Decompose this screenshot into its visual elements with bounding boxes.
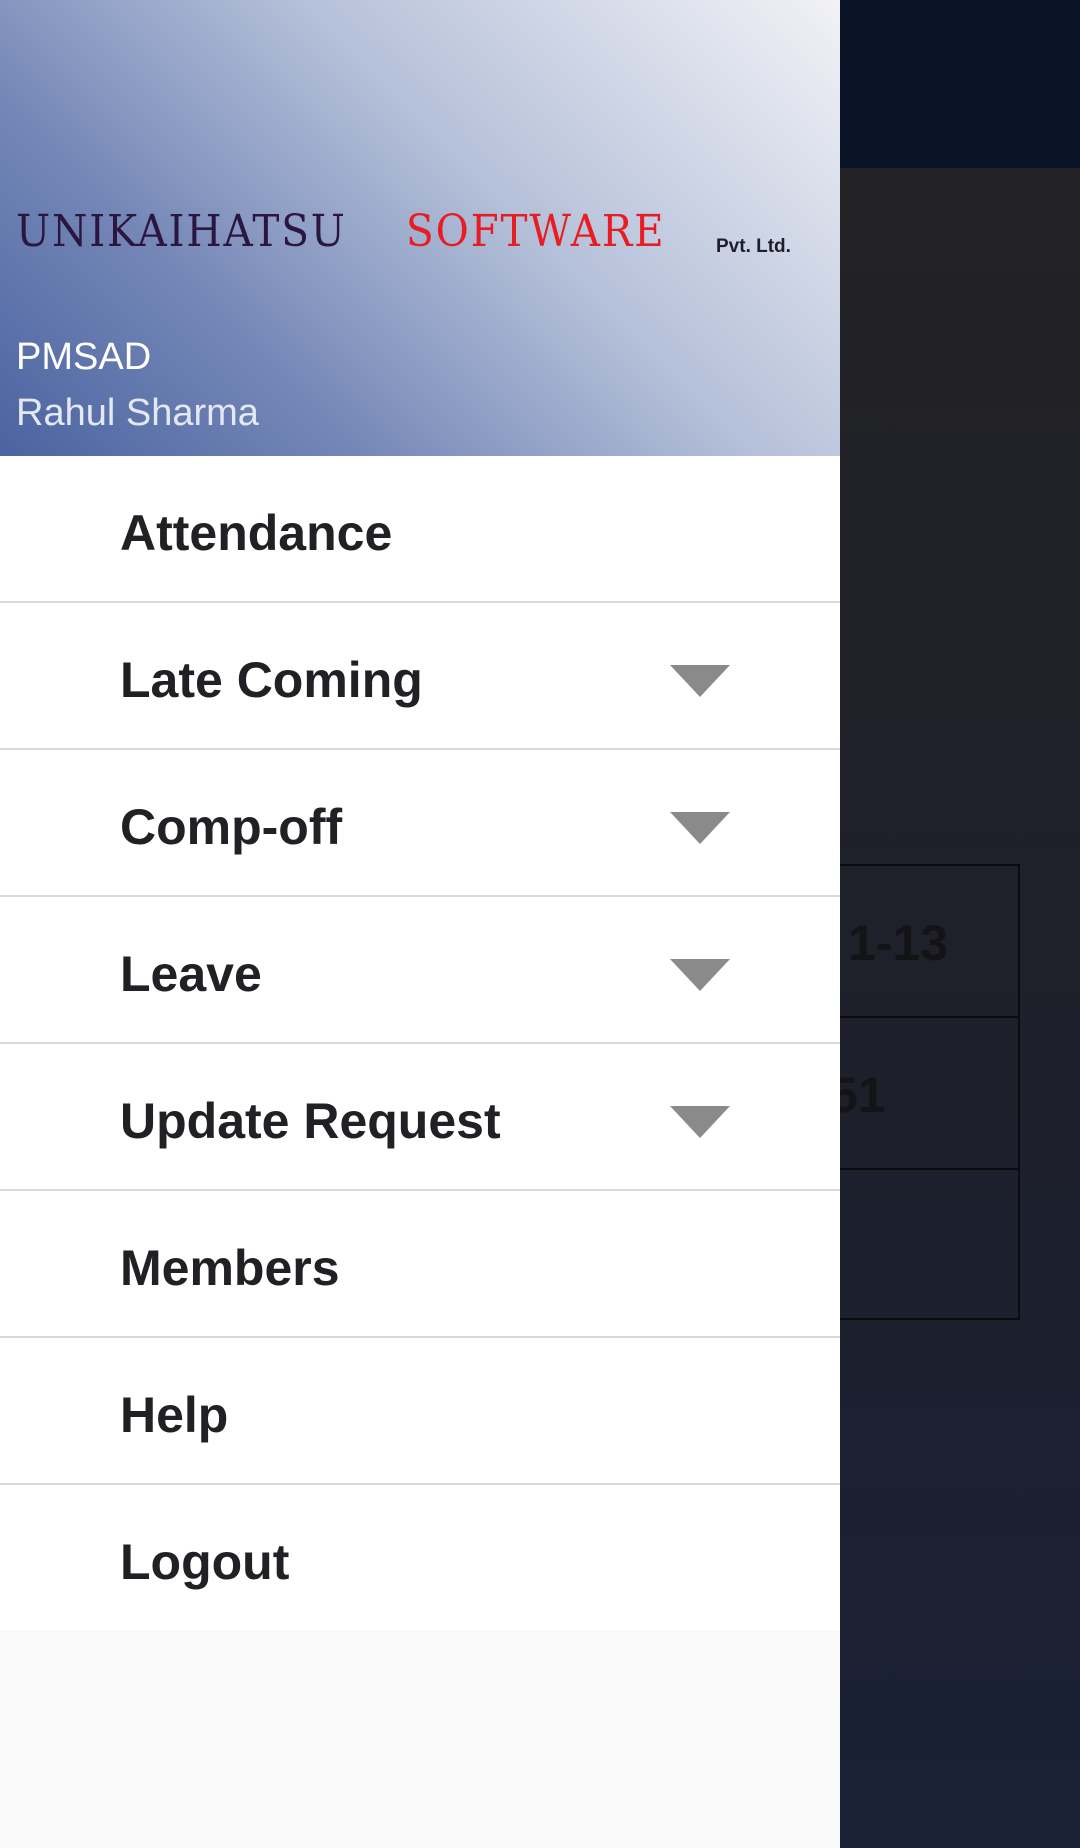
menu-item-attendance[interactable]: Attendance	[0, 456, 840, 603]
menu-item-logout[interactable]: Logout	[0, 1485, 840, 1632]
menu-item-label: Leave	[120, 946, 262, 1002]
menu-item-label: Members	[120, 1240, 340, 1296]
company-logo: UNIKAIHATSU SOFTWARE Pvt. Ltd.	[16, 206, 828, 266]
menu-item-label: Update Request	[120, 1093, 501, 1149]
header-user-name: Rahul Sharma	[16, 392, 259, 434]
logo-word-unikaihatsu: UNIKAIHATSU	[16, 206, 347, 257]
menu-item-label: Comp-off	[120, 799, 343, 855]
drawer-menu: Attendance Late Coming Comp-off Leave Up…	[0, 456, 840, 1632]
caret-down-icon[interactable]	[670, 812, 730, 844]
drawer-header: UNIKAIHATSU SOFTWARE Pvt. Ltd. PMSAD Rah…	[0, 0, 840, 456]
menu-item-members[interactable]: Members	[0, 1191, 840, 1338]
menu-item-label: Attendance	[120, 505, 393, 561]
header-app-name: PMSAD	[16, 336, 152, 378]
drawer-empty-area	[0, 1630, 840, 1848]
caret-down-icon[interactable]	[670, 665, 730, 697]
menu-item-comp-off[interactable]: Comp-off	[0, 750, 840, 897]
logo-suffix: Pvt. Ltd.	[716, 236, 791, 257]
navigation-drawer: UNIKAIHATSU SOFTWARE Pvt. Ltd. PMSAD Rah…	[0, 0, 840, 1848]
menu-item-label: Logout	[120, 1534, 290, 1590]
logo-word-software: SOFTWARE	[406, 206, 666, 257]
caret-down-icon[interactable]	[670, 1106, 730, 1138]
menu-item-late-coming[interactable]: Late Coming	[0, 603, 840, 750]
menu-item-help[interactable]: Help	[0, 1338, 840, 1485]
menu-item-label: Help	[120, 1387, 229, 1443]
menu-item-label: Late Coming	[120, 652, 423, 708]
menu-item-leave[interactable]: Leave	[0, 897, 840, 1044]
table-cell-text: 1-13	[848, 915, 949, 971]
menu-item-update-request[interactable]: Update Request	[0, 1044, 840, 1191]
caret-down-icon[interactable]	[670, 959, 730, 991]
